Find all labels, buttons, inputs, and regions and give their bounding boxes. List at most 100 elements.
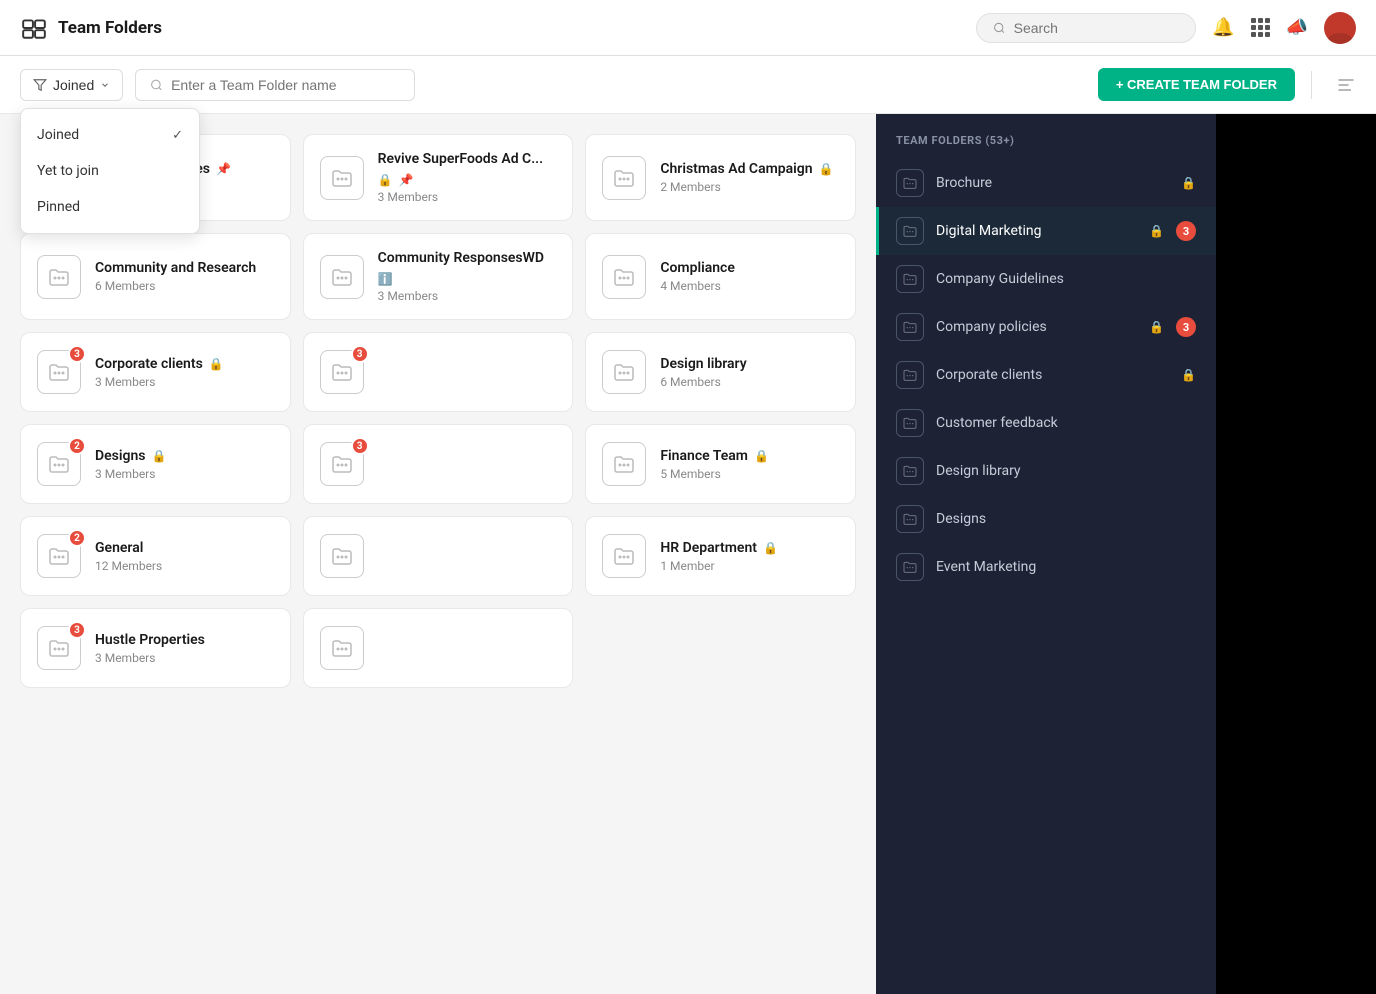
folder-name: Designs 🔒	[95, 448, 274, 464]
sidebar-item[interactable]: Brochure 🔒	[876, 159, 1216, 207]
folder-members: 5 Members	[660, 467, 839, 481]
global-search[interactable]	[976, 13, 1196, 43]
filter-label: Joined	[53, 77, 94, 93]
folder-card[interactable]: 3	[303, 424, 574, 504]
folder-card[interactable]: 3	[303, 332, 574, 412]
side-panel-header: TEAM FOLDERS (53+)	[876, 114, 1216, 159]
folder-info: Designs 🔒 3 Members	[95, 448, 274, 481]
folder-icon	[602, 442, 646, 486]
sidebar-badge: 3	[1176, 317, 1196, 337]
dropdown-label-yet-to-join: Yet to join	[37, 163, 99, 179]
folder-info: General 12 Members	[95, 540, 274, 573]
sidebar-badge: 3	[1176, 221, 1196, 241]
folder-card[interactable]: Design library 6 Members	[585, 332, 856, 412]
folder-members: 3 Members	[378, 289, 557, 303]
lock-icon: 🔒	[819, 162, 834, 176]
lock-icon: 🔒	[754, 449, 769, 463]
folder-name: Corporate clients 🔒	[95, 356, 274, 372]
notification-badge: 3	[68, 621, 86, 639]
folder-search-input[interactable]	[171, 77, 400, 93]
lock-icon: 🔒	[209, 357, 224, 371]
folder-icon	[320, 534, 364, 578]
header-title: Team Folders	[58, 18, 162, 38]
sidebar-item-name: Corporate clients	[936, 367, 1169, 383]
list-view-icon	[1336, 75, 1356, 95]
notification-bell-icon[interactable]: 🔔	[1212, 17, 1234, 38]
folder-icon: 2	[37, 442, 81, 486]
notification-badge: 3	[68, 345, 86, 363]
notification-badge: 2	[68, 437, 86, 455]
dropdown-item-pinned[interactable]: Pinned	[21, 189, 199, 225]
folder-info: Revive SuperFoods Ad C... 🔒📌 3 Members	[378, 151, 557, 204]
sidebar-item-icon	[896, 457, 924, 485]
folder-card[interactable]: Christmas Ad Campaign 🔒 2 Members	[585, 134, 856, 221]
folder-name: Design library	[660, 356, 839, 372]
folder-name: Revive SuperFoods Ad C... 🔒📌	[378, 151, 557, 187]
folder-info: Design library 6 Members	[660, 356, 839, 389]
folder-card[interactable]: Community ResponsesWD ℹ️ 3 Members	[303, 233, 574, 320]
folder-name: Finance Team 🔒	[660, 448, 839, 464]
folder-icon	[37, 255, 81, 299]
folder-info: Corporate clients 🔒 3 Members	[95, 356, 274, 389]
folder-search[interactable]	[135, 69, 415, 101]
folder-card[interactable]: 3 Corporate clients 🔒 3 Members	[20, 332, 291, 412]
view-toggle[interactable]	[1336, 75, 1356, 95]
folder-card[interactable]: 2 Designs 🔒 3 Members	[20, 424, 291, 504]
megaphone-icon[interactable]: 📣	[1286, 17, 1308, 38]
sidebar-item[interactable]: Company policies 🔒 3	[876, 303, 1216, 351]
folder-card[interactable]	[303, 608, 574, 688]
team-folders-icon	[20, 14, 48, 42]
folder-card[interactable]: HR Department 🔒 1 Member	[585, 516, 856, 596]
folder-card[interactable]: Finance Team 🔒 5 Members	[585, 424, 856, 504]
create-team-folder-button[interactable]: + CREATE TEAM FOLDER	[1098, 68, 1295, 101]
folder-icon	[320, 255, 364, 299]
sidebar-item-icon	[896, 217, 924, 245]
dropdown-label-joined: Joined	[37, 127, 79, 143]
apps-grid-icon[interactable]	[1251, 18, 1270, 37]
folder-card[interactable]: Compliance 4 Members	[585, 233, 856, 320]
notification-badge: 3	[351, 437, 369, 455]
lock-icon: 🔒	[763, 541, 778, 555]
sidebar-item[interactable]: Design library	[876, 447, 1216, 495]
notification-badge: 3	[351, 345, 369, 363]
dropdown-item-yet-to-join[interactable]: Yet to join	[21, 153, 199, 189]
folder-name: Compliance	[660, 260, 839, 276]
sidebar-item[interactable]: Company Guidelines	[876, 255, 1216, 303]
sidebar-item-icon	[896, 265, 924, 293]
sidebar-item[interactable]: Designs	[876, 495, 1216, 543]
filter-button[interactable]: Joined	[20, 69, 123, 101]
dropdown-item-joined[interactable]: Joined ✓	[21, 117, 199, 153]
sidebar-item-icon	[896, 169, 924, 197]
sidebar-item-icon	[896, 553, 924, 581]
folder-icon: 3	[37, 350, 81, 394]
sidebar-item-name: Design library	[936, 463, 1196, 479]
folder-card[interactable]: Community and Research 6 Members	[20, 233, 291, 320]
sidebar-item-icon	[896, 361, 924, 389]
sidebar-item[interactable]: Event Marketing	[876, 543, 1216, 591]
folder-members: 6 Members	[660, 375, 839, 389]
folder-members: 12 Members	[95, 559, 274, 573]
folder-card[interactable]: 2 General 12 Members	[20, 516, 291, 596]
sidebar-lock-icon: 🔒	[1149, 224, 1164, 238]
user-avatar[interactable]	[1324, 12, 1356, 44]
filter-icon	[33, 78, 47, 92]
folder-members: 3 Members	[95, 467, 274, 481]
folder-card[interactable]: 3 Hustle Properties 3 Members	[20, 608, 291, 688]
sidebar-lock-icon: 🔒	[1181, 368, 1196, 382]
dropdown-label-pinned: Pinned	[37, 199, 80, 215]
folder-card[interactable]	[303, 516, 574, 596]
side-panel: TEAM FOLDERS (53+) Brochure 🔒 Digital Ma…	[876, 114, 1216, 994]
folder-icon: 3	[320, 442, 364, 486]
folder-members: 4 Members	[660, 279, 839, 293]
search-icon	[993, 21, 1005, 35]
search-folder-icon	[150, 78, 163, 92]
folder-card[interactable]: Revive SuperFoods Ad C... 🔒📌 3 Members	[303, 134, 574, 221]
global-search-input[interactable]	[1014, 20, 1180, 36]
sidebar-item[interactable]: Customer feedback	[876, 399, 1216, 447]
sidebar-item[interactable]: Digital Marketing 🔒 3	[876, 207, 1216, 255]
main-content: Human Resources 📌 3 Members Revive Super…	[0, 114, 1376, 994]
sidebar-lock-icon: 🔒	[1149, 320, 1164, 334]
folder-name: General	[95, 540, 274, 556]
folder-members: 3 Members	[95, 651, 274, 665]
sidebar-item[interactable]: Corporate clients 🔒	[876, 351, 1216, 399]
